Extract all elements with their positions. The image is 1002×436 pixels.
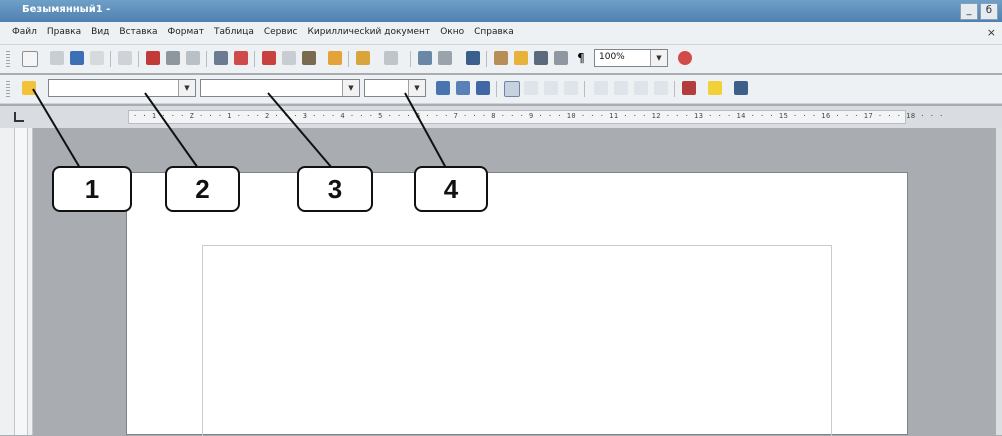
redo-icon[interactable] — [384, 51, 398, 65]
font-color-icon[interactable] — [682, 81, 696, 95]
text-boundaries[interactable] — [202, 245, 832, 436]
toolbar-grip[interactable] — [6, 81, 10, 97]
window-controls: _ б — [960, 3, 998, 20]
document-page[interactable] — [126, 172, 908, 436]
email-icon[interactable] — [90, 51, 104, 65]
vertical-scrollbar[interactable] — [996, 128, 1002, 435]
gallery-icon[interactable] — [534, 51, 548, 65]
table-icon[interactable] — [438, 51, 452, 65]
increase-indent-icon[interactable] — [654, 81, 668, 95]
bullets-icon[interactable] — [614, 81, 628, 95]
callout-3: 3 — [297, 166, 373, 212]
separator — [254, 51, 255, 67]
window-title: Безымянный1 - — [22, 4, 111, 15]
spellcheck-icon[interactable] — [214, 51, 228, 65]
callout-4: 4 — [414, 166, 488, 212]
find-replace-icon[interactable] — [494, 51, 508, 65]
copy-icon[interactable] — [282, 51, 296, 65]
edit-file-icon[interactable] — [118, 51, 132, 65]
toolbar-grip[interactable] — [6, 51, 10, 67]
menu-view[interactable]: Вид — [91, 27, 109, 37]
menu-table[interactable]: Таблица — [214, 27, 254, 37]
align-center-icon[interactable] — [524, 81, 538, 95]
callout-2: 2 — [165, 166, 240, 212]
zoom-value: 100% — [599, 52, 625, 62]
standard-toolbar: ¶ 100% ▼ — [0, 45, 1002, 73]
cut-icon[interactable] — [262, 51, 276, 65]
minimize-button[interactable]: _ — [960, 3, 978, 20]
menu-format[interactable]: Формат — [168, 27, 205, 37]
maximize-button[interactable]: б — [980, 3, 998, 20]
navigator-icon[interactable] — [514, 51, 528, 65]
vertical-ruler[interactable] — [14, 128, 28, 435]
help-icon[interactable] — [678, 51, 692, 65]
zoom-select[interactable]: 100% ▼ — [594, 49, 668, 67]
separator — [410, 51, 411, 67]
menu-edit[interactable]: Правка — [47, 27, 81, 37]
autospellcheck-icon[interactable] — [234, 51, 248, 65]
menu-file[interactable]: Файл — [12, 27, 37, 37]
horizontal-ruler[interactable]: · · 1 · · · Z · · · 1 · · · 2 · · · 3 · … — [128, 110, 943, 124]
callout-1: 1 — [52, 166, 132, 212]
open-icon[interactable] — [50, 51, 64, 65]
nonprinting-characters-icon[interactable]: ¶ — [574, 51, 588, 65]
separator — [674, 81, 675, 97]
show-draw-functions-icon[interactable] — [466, 51, 480, 65]
paragraph-style-select[interactable]: ▼ — [48, 79, 196, 97]
menu-help[interactable]: Справка — [474, 27, 514, 37]
menu-bar: Файл Правка Вид Вставка Формат Таблица С… — [0, 22, 1002, 45]
justify-icon[interactable] — [564, 81, 578, 95]
separator — [110, 51, 111, 67]
font-size-select[interactable]: ▼ — [364, 79, 426, 97]
numbering-icon[interactable] — [594, 81, 608, 95]
export-pdf-icon[interactable] — [146, 51, 160, 65]
chevron-down-icon[interactable]: ▼ — [178, 80, 195, 96]
print-preview-icon[interactable] — [186, 51, 200, 65]
chevron-down-icon[interactable]: ▼ — [408, 80, 425, 96]
left-panel — [0, 128, 33, 435]
menu-window[interactable]: Окно — [440, 27, 464, 37]
align-left-icon[interactable] — [504, 81, 520, 97]
tab-stop-type-icon[interactable] — [14, 112, 24, 122]
separator — [584, 81, 585, 97]
ruler-scale: · · 1 · · · Z · · · 1 · · · 2 · · · 3 · … — [133, 112, 944, 120]
close-document-icon[interactable]: × — [987, 26, 996, 39]
separator — [206, 51, 207, 67]
paste-icon[interactable] — [302, 51, 316, 65]
chevron-down-icon[interactable]: ▼ — [650, 50, 667, 66]
undo-icon[interactable] — [356, 51, 370, 65]
align-right-icon[interactable] — [544, 81, 558, 95]
hyperlink-icon[interactable] — [418, 51, 432, 65]
title-bar: Безымянный1 - _ б — [0, 0, 1002, 22]
italic-icon[interactable] — [456, 81, 470, 95]
decrease-indent-icon[interactable] — [634, 81, 648, 95]
bold-icon[interactable] — [436, 81, 450, 95]
styles-formatting-icon[interactable] — [22, 81, 36, 95]
underline-icon[interactable] — [476, 81, 490, 95]
separator — [486, 51, 487, 67]
menu-cyrillic-document[interactable]: Кирилличесkий документ — [308, 27, 431, 37]
print-icon[interactable] — [166, 51, 180, 65]
separator — [496, 81, 497, 97]
separator — [348, 51, 349, 67]
highlighting-icon[interactable] — [708, 81, 722, 95]
menu-tools[interactable]: Сервис — [264, 27, 298, 37]
data-sources-icon[interactable] — [554, 51, 568, 65]
chevron-down-icon[interactable]: ▼ — [342, 80, 359, 96]
font-name-select[interactable]: ▼ — [200, 79, 360, 97]
background-color-icon[interactable] — [734, 81, 748, 95]
separator — [138, 51, 139, 67]
horizontal-ruler-row: · · 1 · · · Z · · · 1 · · · 2 · · · 3 · … — [0, 106, 1002, 128]
formatting-toolbar: ▼ ▼ ▼ — [0, 75, 1002, 104]
clone-formatting-icon[interactable] — [328, 51, 342, 65]
save-icon[interactable] — [70, 51, 84, 65]
new-document-icon[interactable] — [22, 51, 38, 67]
menu-insert[interactable]: Вставка — [119, 27, 157, 37]
